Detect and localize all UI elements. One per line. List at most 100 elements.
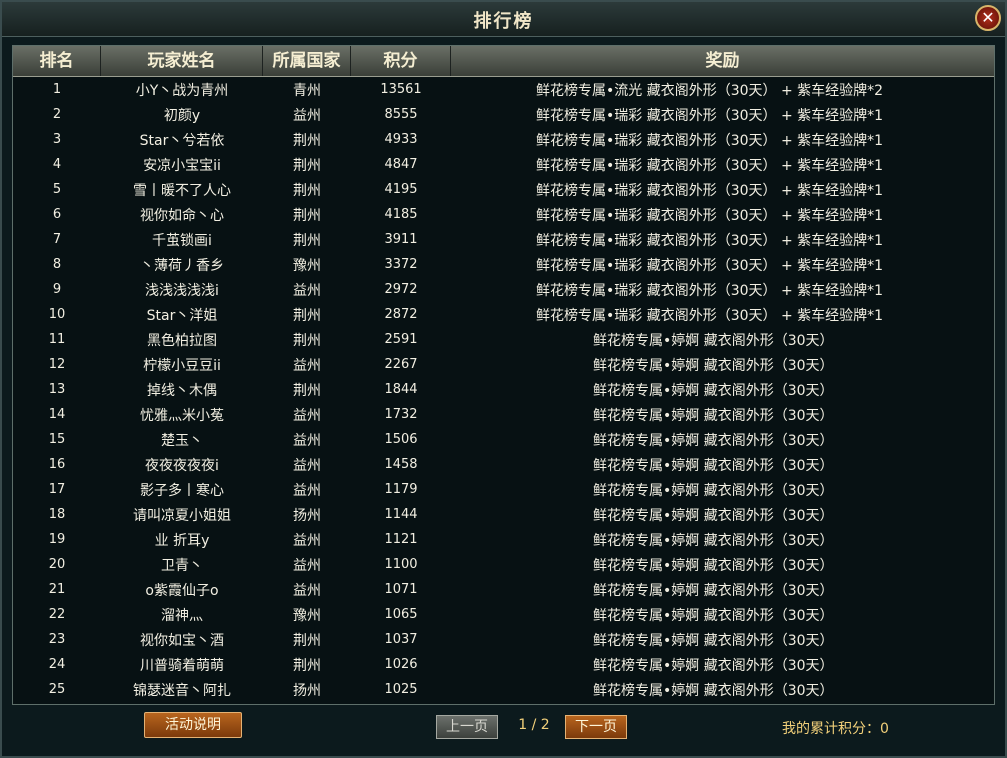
rank-cell: 16 (48, 457, 66, 472)
player-name-cell: 柠檬小豆豆ii (143, 357, 221, 374)
rank-cell: 10 (48, 307, 66, 322)
prev-page-button[interactable]: 上一页 (436, 715, 498, 739)
rank-cell: 1 (52, 82, 62, 97)
reward-cell: 鲜花榜专属•瑞彩 藏衣阁外形（30天） + 紫车经验牌*1 (536, 207, 884, 224)
score-cell: 4847 (384, 157, 418, 172)
rank-cell: 22 (48, 607, 66, 622)
country-cell: 青州 (293, 82, 321, 99)
column-header-player-name[interactable]: 玩家姓名 (101, 46, 263, 76)
rank-cell: 13 (48, 382, 66, 397)
player-name-cell: 掉线丶木偶 (147, 382, 217, 399)
country-cell: 荆州 (293, 332, 321, 349)
player-name-cell: 千茧锁画i (152, 232, 212, 249)
table-row[interactable]: 24 川普骑着萌萌 荆州 1026 鲜花榜专属•婷婀 藏衣阁外形（30天） (13, 652, 994, 677)
country-cell: 荆州 (293, 232, 321, 249)
reward-cell: 鲜花榜专属•婷婀 藏衣阁外形（30天） (593, 432, 834, 449)
rank-cell: 25 (48, 682, 66, 697)
event-info-button[interactable]: 活动说明 (144, 712, 242, 738)
rank-cell: 7 (52, 232, 62, 247)
country-cell: 荆州 (293, 382, 321, 399)
rank-cell: 20 (48, 557, 66, 572)
table-row[interactable]: 18 请叫凉夏小姐姐 扬州 1144 鲜花榜专属•婷婀 藏衣阁外形（30天） (13, 502, 994, 527)
table-row[interactable]: 22 溜神灬 豫州 1065 鲜花榜专属•婷婀 藏衣阁外形（30天） (13, 602, 994, 627)
table-header: 排名 玩家姓名 所属国家 积分 奖励 (13, 46, 994, 77)
column-header-rank[interactable]: 排名 (13, 46, 101, 76)
table-row[interactable]: 23 视你如宝丶酒 荆州 1037 鲜花榜专属•婷婀 藏衣阁外形（30天） (13, 627, 994, 652)
column-header-country[interactable]: 所属国家 (263, 46, 351, 76)
player-name-cell: 视你如宝丶酒 (140, 632, 224, 649)
next-page-button[interactable]: 下一页 (565, 715, 627, 739)
table-row[interactable]: 8 丶薄荷丿香乡 豫州 3372 鲜花榜专属•瑞彩 藏衣阁外形（30天） + 紫车经验牌… (13, 252, 994, 277)
reward-cell: 鲜花榜专属•婷婀 藏衣阁外形（30天） (593, 507, 834, 524)
player-name-cell: 视你如命丶心 (140, 207, 224, 224)
country-cell: 益州 (293, 557, 321, 574)
reward-cell: 鲜花榜专属•婷婀 藏衣阁外形（30天） (593, 607, 834, 624)
rank-cell: 21 (48, 582, 66, 597)
table-row[interactable]: 16 夜夜夜夜夜i 益州 1458 鲜花榜专属•婷婀 藏衣阁外形（30天） (13, 452, 994, 477)
table-row[interactable]: 2 初颜y 益州 8555 鲜花榜专属•瑞彩 藏衣阁外形（30天） + 紫车经验牌*1 (13, 102, 994, 127)
table-row[interactable]: 12 柠檬小豆豆ii 益州 2267 鲜花榜专属•婷婀 藏衣阁外形（30天） (13, 352, 994, 377)
country-cell: 荆州 (293, 157, 321, 174)
reward-cell: 鲜花榜专属•婷婀 藏衣阁外形（30天） (593, 682, 834, 699)
table-row[interactable]: 9 浅浅浅浅浅i 益州 2972 鲜花榜专属•瑞彩 藏衣阁外形（30天） + 紫车经验牌… (13, 277, 994, 302)
score-cell: 3372 (384, 257, 418, 272)
reward-cell: 鲜花榜专属•流光 藏衣阁外形（30天） + 紫车经验牌*2 (536, 82, 884, 99)
score-cell: 1025 (384, 682, 418, 697)
reward-cell: 鲜花榜专属•婷婀 藏衣阁外形（30天） (593, 482, 834, 499)
reward-cell: 鲜花榜专属•婷婀 藏衣阁外形（30天） (593, 357, 834, 374)
score-cell: 1121 (384, 532, 418, 547)
table-row[interactable]: 25 锦瑟迷音丶阿扎 扬州 1025 鲜花榜专属•婷婀 藏衣阁外形（30天） (13, 677, 994, 702)
my-score-label: 我的累计积分：0 (782, 721, 889, 737)
country-cell: 荆州 (293, 632, 321, 649)
rank-cell: 14 (48, 407, 66, 422)
rank-cell: 9 (52, 282, 62, 297)
table-row[interactable]: 14 忧雅灬米小菟 益州 1732 鲜花榜专属•婷婀 藏衣阁外形（30天） (13, 402, 994, 427)
table-row[interactable]: 3 Star丶兮若依 荆州 4933 鲜花榜专属•瑞彩 藏衣阁外形（30天） + 紫车经… (13, 127, 994, 152)
player-name-cell: 黑色柏拉图 (147, 332, 217, 349)
player-name-cell: 影子多丨寒心 (140, 482, 224, 499)
country-cell: 扬州 (293, 507, 321, 524)
score-cell: 1037 (384, 632, 418, 647)
score-cell: 2591 (384, 332, 418, 347)
reward-cell: 鲜花榜专属•婷婀 藏衣阁外形（30天） (593, 457, 834, 474)
score-cell: 1071 (384, 582, 418, 597)
score-cell: 2267 (384, 357, 418, 372)
rank-cell: 8 (52, 257, 62, 272)
close-button[interactable]: ✕ (975, 5, 1001, 31)
country-cell: 荆州 (293, 182, 321, 199)
table-row[interactable]: 7 千茧锁画i 荆州 3911 鲜花榜专属•瑞彩 藏衣阁外形（30天） + 紫车经验牌*… (13, 227, 994, 252)
score-cell: 1065 (384, 607, 418, 622)
reward-cell: 鲜花榜专属•婷婀 藏衣阁外形（30天） (593, 382, 834, 399)
rank-cell: 2 (52, 107, 62, 122)
country-cell: 益州 (293, 482, 321, 499)
score-cell: 2872 (384, 307, 418, 322)
rank-cell: 11 (48, 332, 66, 347)
table-row[interactable]: 19 业 折耳y 益州 1121 鲜花榜专属•婷婀 藏衣阁外形（30天） (13, 527, 994, 552)
country-cell: 益州 (293, 582, 321, 599)
score-cell: 2972 (384, 282, 418, 297)
rank-cell: 3 (52, 132, 62, 147)
country-cell: 益州 (293, 282, 321, 299)
table-row[interactable]: 5 雪丨暖不了人心 荆州 4195 鲜花榜专属•瑞彩 藏衣阁外形（30天） + 紫车经验… (13, 177, 994, 202)
table-row[interactable]: 6 视你如命丶心 荆州 4185 鲜花榜专属•瑞彩 藏衣阁外形（30天） + 紫车经验牌… (13, 202, 994, 227)
table-row[interactable]: 4 安凉小宝宝ii 荆州 4847 鲜花榜专属•瑞彩 藏衣阁外形（30天） + 紫车经验… (13, 152, 994, 177)
country-cell: 豫州 (293, 257, 321, 274)
table-row[interactable]: 21 o紫霞仙子o 益州 1071 鲜花榜专属•婷婀 藏衣阁外形（30天） (13, 577, 994, 602)
column-header-score[interactable]: 积分 (351, 46, 451, 76)
table-body: 1 小Y丶战为青州 青州 13561 鲜花榜专属•流光 藏衣阁外形（30天） + 紫车经… (13, 77, 994, 702)
table-row[interactable]: 15 楚玉丶 益州 1506 鲜花榜专属•婷婀 藏衣阁外形（30天） (13, 427, 994, 452)
table-row[interactable]: 11 黑色柏拉图 荆州 2591 鲜花榜专属•婷婀 藏衣阁外形（30天） (13, 327, 994, 352)
reward-cell: 鲜花榜专属•婷婀 藏衣阁外形（30天） (593, 657, 834, 674)
player-name-cell: 溜神灬 (161, 607, 203, 624)
table-row[interactable]: 13 掉线丶木偶 荆州 1844 鲜花榜专属•婷婀 藏衣阁外形（30天） (13, 377, 994, 402)
country-cell: 益州 (293, 107, 321, 124)
reward-cell: 鲜花榜专属•婷婀 藏衣阁外形（30天） (593, 532, 834, 549)
player-name-cell: 锦瑟迷音丶阿扎 (133, 682, 231, 699)
table-row[interactable]: 10 Star丶洋姐 荆州 2872 鲜花榜专属•瑞彩 藏衣阁外形（30天） + 紫车经… (13, 302, 994, 327)
table-row[interactable]: 17 影子多丨寒心 益州 1179 鲜花榜专属•婷婀 藏衣阁外形（30天） (13, 477, 994, 502)
table-row[interactable]: 20 卫青丶 益州 1100 鲜花榜专属•婷婀 藏衣阁外形（30天） (13, 552, 994, 577)
table-row[interactable]: 1 小Y丶战为青州 青州 13561 鲜花榜专属•流光 藏衣阁外形（30天） + 紫车经… (13, 77, 994, 102)
score-cell: 1026 (384, 657, 418, 672)
player-name-cell: 夜夜夜夜夜i (145, 457, 219, 474)
rank-cell: 19 (48, 532, 66, 547)
